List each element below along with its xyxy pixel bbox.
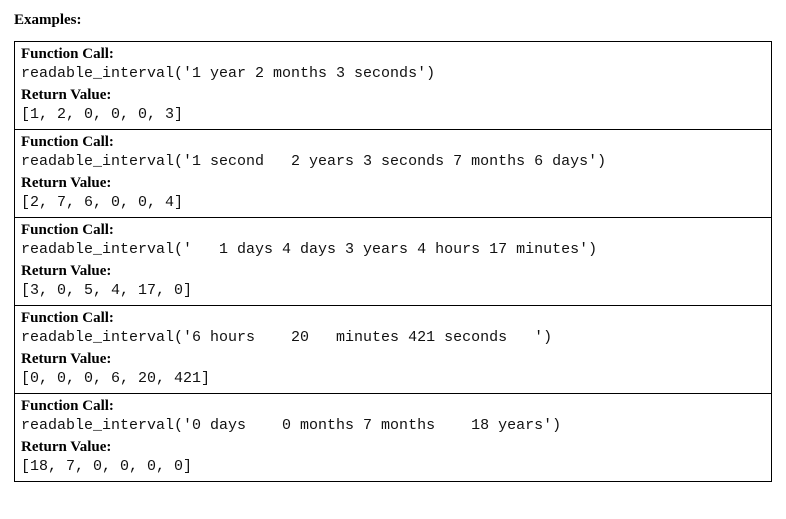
example-row: Function Call: readable_interval('0 days…: [15, 394, 772, 482]
example-row: Function Call: readable_interval('6 hour…: [15, 306, 772, 394]
return-value-code: [3, 0, 5, 4, 17, 0]: [21, 281, 765, 301]
return-value-label: Return Value:: [21, 261, 765, 281]
function-call-code: readable_interval(' 1 days 4 days 3 year…: [21, 240, 765, 260]
return-value-label: Return Value:: [21, 437, 765, 457]
function-call-code: readable_interval('0 days 0 months 7 mon…: [21, 416, 765, 436]
examples-heading: Examples:: [14, 12, 772, 29]
function-call-label: Function Call:: [21, 132, 765, 152]
return-value-code: [18, 7, 0, 0, 0, 0]: [21, 457, 765, 477]
function-call-code: readable_interval('1 second 2 years 3 se…: [21, 152, 765, 172]
example-row: Function Call: readable_interval(' 1 day…: [15, 218, 772, 306]
return-value-code: [0, 0, 0, 6, 20, 421]: [21, 369, 765, 389]
examples-table: Function Call: readable_interval('1 year…: [14, 41, 772, 482]
return-value-label: Return Value:: [21, 173, 765, 193]
function-call-label: Function Call:: [21, 396, 765, 416]
return-value-label: Return Value:: [21, 349, 765, 369]
return-value-code: [2, 7, 6, 0, 0, 4]: [21, 193, 765, 213]
example-row: Function Call: readable_interval('1 seco…: [15, 130, 772, 218]
example-row: Function Call: readable_interval('1 year…: [15, 42, 772, 130]
function-call-label: Function Call:: [21, 44, 765, 64]
function-call-label: Function Call:: [21, 308, 765, 328]
function-call-label: Function Call:: [21, 220, 765, 240]
function-call-code: readable_interval('6 hours 20 minutes 42…: [21, 328, 765, 348]
return-value-code: [1, 2, 0, 0, 0, 3]: [21, 105, 765, 125]
return-value-label: Return Value:: [21, 85, 765, 105]
function-call-code: readable_interval('1 year 2 months 3 sec…: [21, 64, 765, 84]
